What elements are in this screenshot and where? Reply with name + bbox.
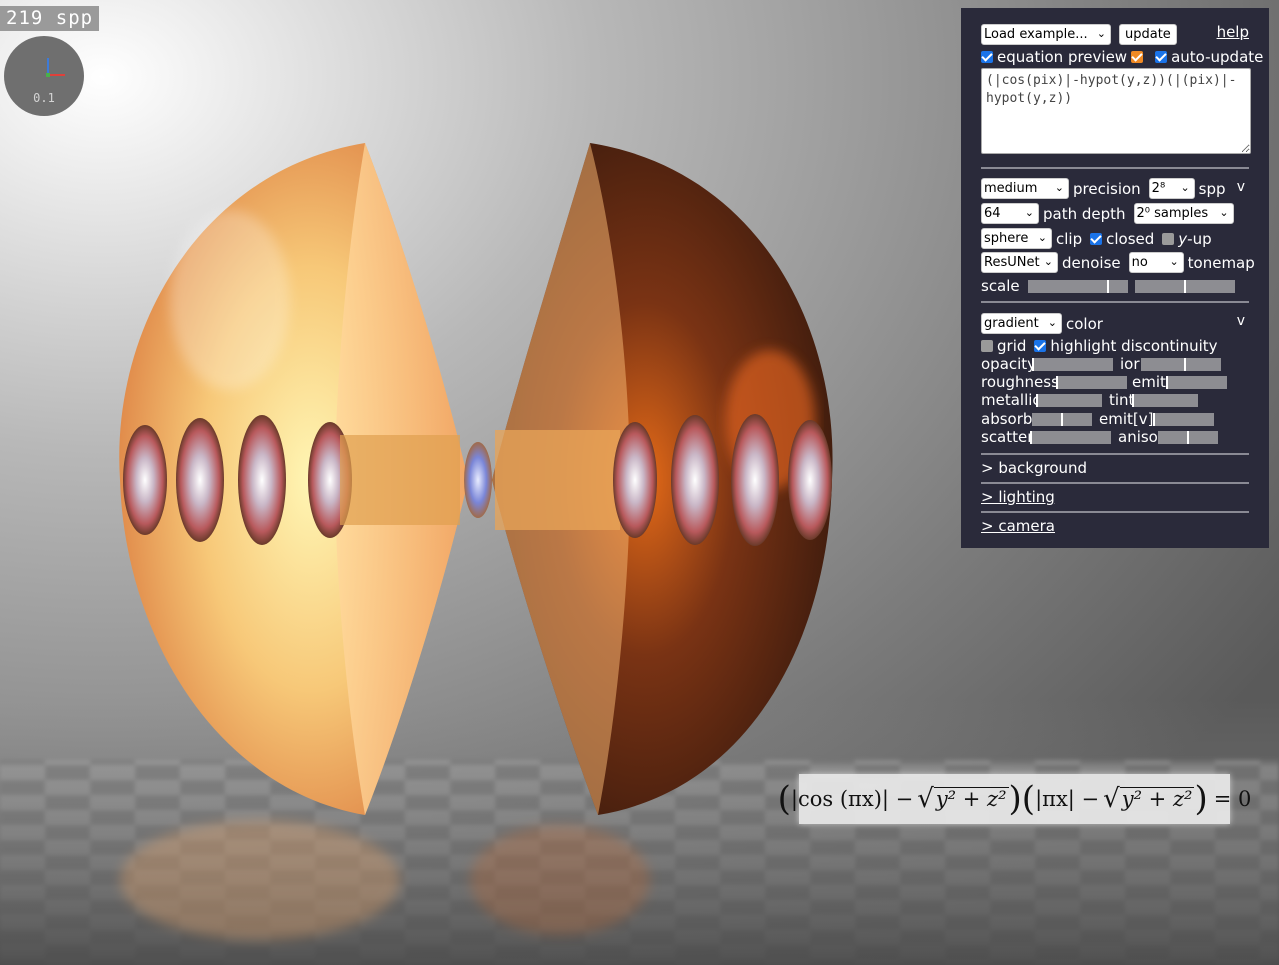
eq-sqrt-1: y² + z²: [933, 786, 1009, 811]
slider-thumb[interactable]: [1183, 279, 1186, 293]
roughness-slider[interactable]: [1056, 375, 1127, 389]
color-label: color: [1066, 314, 1103, 333]
gizmo-scale-value: 0.1: [33, 91, 55, 105]
spp-label: spp: [1198, 179, 1226, 198]
scale-label: scale: [981, 277, 1020, 295]
metallic-label: metallic: [981, 391, 1041, 409]
axis-gizmo[interactable]: 0.1: [4, 36, 84, 116]
slider-thumb[interactable]: [1036, 393, 1038, 407]
slider-thumb[interactable]: [1106, 279, 1109, 293]
path-depth-label: path depth: [1043, 204, 1126, 223]
aniso-slider[interactable]: [1158, 430, 1218, 444]
slider-thumb[interactable]: [1061, 412, 1063, 426]
slider-thumb[interactable]: [1032, 357, 1034, 371]
closed-label: closed: [1106, 229, 1155, 248]
y-up-label: y-up: [1178, 229, 1212, 248]
highlight-discontinuity-checkbox[interactable]: [1034, 340, 1047, 352]
grid-label: grid: [997, 337, 1027, 355]
absorb-label: absorb: [981, 410, 1033, 428]
samples-select[interactable]: 2⁰ samples ⌄: [1133, 203, 1234, 224]
help-link[interactable]: help: [1217, 23, 1249, 41]
path-depth-select[interactable]: 64 ⌄: [981, 203, 1039, 224]
camera-section-toggle[interactable]: > camera: [981, 517, 1055, 535]
ior-slider[interactable]: [1141, 357, 1221, 371]
spp-select[interactable]: 2⁸ ⌄: [1148, 178, 1195, 199]
divider: [981, 453, 1249, 455]
tonemap-select[interactable]: no ⌄: [1128, 252, 1184, 273]
equation-input[interactable]: (|cos(pix)|-hypot(y,z))(|(pix)|-hypot(y,…: [981, 68, 1251, 154]
y-up-checkbox[interactable]: [1162, 232, 1175, 245]
collapse-toggle-render[interactable]: v: [1237, 179, 1245, 195]
emit-label: emit: [1132, 373, 1166, 391]
paren-close-2: ): [1194, 779, 1208, 819]
eq-term-pix: |πx| −: [1035, 787, 1100, 811]
divider: [981, 301, 1249, 303]
slider-thumb[interactable]: [1153, 412, 1155, 426]
grid-checkbox[interactable]: [981, 340, 993, 352]
equation-preview-label: equation preview: [997, 48, 1128, 66]
auto-update-checkbox[interactable]: [1155, 51, 1168, 63]
tint-label: tint: [1109, 391, 1135, 409]
scatter-label: scatter: [981, 428, 1034, 446]
highlight-discontinuity-label: highlight discontinuity: [1050, 337, 1218, 355]
lighting-section-toggle[interactable]: > lighting: [981, 488, 1055, 506]
load-example-select[interactable]: Load example... ⌄: [981, 24, 1111, 45]
emit-v-slider[interactable]: [1153, 412, 1214, 426]
slider-thumb[interactable]: [1184, 357, 1186, 371]
paren-open: (: [777, 779, 791, 819]
opacity-label: opacity: [981, 355, 1037, 373]
precision-label: precision: [1073, 179, 1141, 198]
paren-open-2: (: [1021, 779, 1036, 819]
background-section-toggle[interactable]: > background: [981, 459, 1087, 477]
tint-slider[interactable]: [1132, 393, 1198, 407]
roughness-label: roughness: [981, 373, 1059, 391]
update-button[interactable]: update: [1119, 24, 1177, 45]
denoise-select[interactable]: ResUNet ⌄: [981, 252, 1058, 273]
tonemap-label: tonemap: [1187, 253, 1255, 272]
ior-label: ior: [1120, 355, 1140, 373]
scale-slider-1[interactable]: [1027, 279, 1128, 293]
sqrt-icon-2: √: [1103, 784, 1120, 814]
slider-thumb[interactable]: [1132, 393, 1134, 407]
opacity-slider[interactable]: [1032, 357, 1113, 371]
equation-preview: ( |cos (πx)| − √ y² + z² ) ( |πx| − √ y² +…: [778, 774, 1251, 824]
scale-slider-2[interactable]: [1134, 279, 1235, 293]
precision-select[interactable]: medium ⌄: [981, 178, 1069, 199]
emit-slider[interactable]: [1166, 375, 1227, 389]
eq-rhs: = 0: [1213, 787, 1252, 811]
z-axis-icon: [46, 73, 50, 77]
x-axis-icon: [48, 74, 65, 76]
denoise-label: denoise: [1062, 253, 1121, 272]
clip-label: clip: [1056, 229, 1083, 248]
closed-checkbox[interactable]: [1090, 232, 1103, 245]
control-panel: Load example... ⌄ update help equation pr…: [961, 8, 1269, 548]
spp-counter: 219 spp: [0, 6, 100, 31]
preview-color-swatch[interactable]: [1131, 51, 1144, 63]
paren-close: ): [1008, 779, 1022, 819]
slider-thumb[interactable]: [1056, 375, 1058, 389]
divider: [981, 482, 1249, 484]
equation-preview-checkbox[interactable]: [981, 51, 993, 63]
divider: [981, 167, 1249, 169]
slider-thumb[interactable]: [1030, 430, 1032, 444]
absorb-slider[interactable]: [1032, 412, 1092, 426]
divider: [981, 511, 1249, 513]
collapse-toggle-material[interactable]: v: [1237, 313, 1245, 329]
sqrt-icon: √: [917, 784, 934, 814]
color-mode-select[interactable]: gradient ⌄: [981, 313, 1062, 334]
scatter-slider[interactable]: [1030, 430, 1111, 444]
slider-thumb[interactable]: [1166, 375, 1168, 389]
eq-term-cos: |cos (πx)| −: [790, 787, 914, 811]
slider-thumb[interactable]: [1187, 430, 1189, 444]
auto-update-label: auto-update: [1171, 48, 1264, 66]
eq-sqrt-2: y² + z²: [1119, 786, 1195, 811]
clip-select[interactable]: sphere ⌄: [981, 228, 1052, 249]
metallic-slider[interactable]: [1036, 393, 1102, 407]
emit-v-label: emit[v]: [1099, 410, 1154, 428]
aniso-label: aniso: [1118, 428, 1158, 446]
